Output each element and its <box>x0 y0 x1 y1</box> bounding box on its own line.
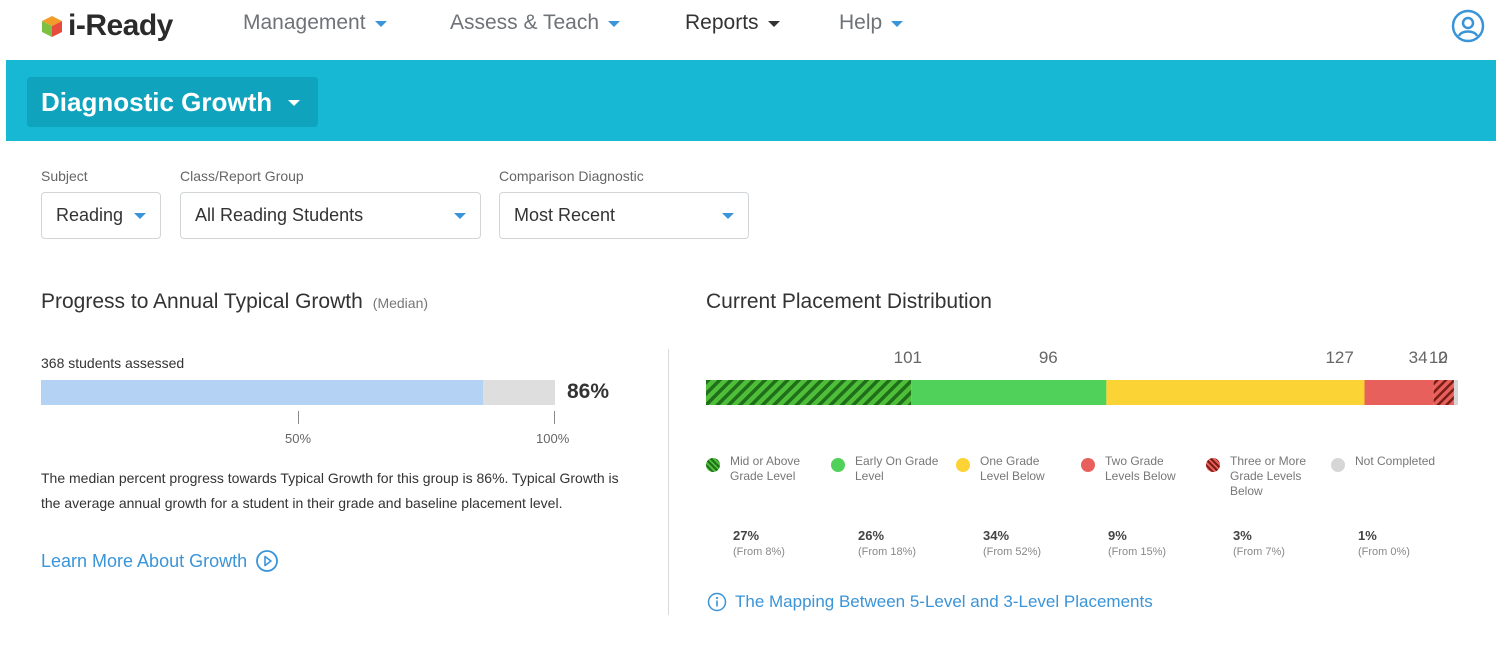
placement-from-percent: (From 18%) <box>858 546 917 558</box>
progress-subtitle: (Median) <box>372 295 429 311</box>
nav-management[interactable]: Management <box>243 11 387 35</box>
segment-count-label: 96 <box>1038 348 1058 367</box>
group-select[interactable]: All Reading Students <box>180 192 481 239</box>
learn-more-link[interactable]: Learn More About Growth <box>41 549 279 573</box>
subject-value: Reading <box>56 205 124 225</box>
placement-percent: 34% <box>983 528 1010 543</box>
mapping-link[interactable]: The Mapping Between 5-Level and 3-Level … <box>707 592 1153 612</box>
placement-from-percent: (From 15%) <box>1108 546 1167 558</box>
legend-item: Not Completed <box>1331 454 1445 472</box>
placement-from-percent: (From 7%) <box>1233 546 1285 558</box>
comparison-select[interactable]: Most Recent <box>499 192 749 239</box>
caret-down-icon <box>608 21 621 27</box>
progress-bar-track <box>41 380 555 405</box>
legend-swatch <box>1331 458 1345 472</box>
placement-segment-4 <box>1433 380 1454 405</box>
i-ready-logo[interactable]: i-Ready <box>40 8 173 44</box>
caret-down-icon <box>891 21 904 27</box>
placement-percent: 1% <box>1358 528 1377 543</box>
placement-segment-3 <box>1364 380 1434 405</box>
placement-percent: 3% <box>1233 528 1252 543</box>
learn-more-label: Learn More About Growth <box>41 550 248 571</box>
brand-name: i-Ready <box>68 9 173 42</box>
progress-tick-label-100: 100% <box>536 431 570 446</box>
caret-down-icon <box>454 213 466 219</box>
placement-percent: 9% <box>1108 528 1127 543</box>
nav-assess-teach-label: Assess & Teach <box>450 11 600 34</box>
placement-from-percent: (From 0%) <box>1358 546 1410 558</box>
nav-management-label: Management <box>243 11 366 34</box>
legend-swatch <box>1081 458 1095 472</box>
play-circle-icon <box>256 550 279 572</box>
subject-label: Subject <box>41 168 88 184</box>
students-assessed: 368 students assessed <box>41 355 185 371</box>
group-label: Class/Report Group <box>180 168 304 184</box>
legend-label: Not Completed <box>1355 454 1436 468</box>
legend-item: Three or More Grade Levels Below <box>1206 454 1320 499</box>
progress-tick-100 <box>554 411 555 424</box>
nav-reports-label: Reports <box>685 11 759 34</box>
caret-down-icon <box>134 213 146 219</box>
placement-from-percent: (From 52%) <box>983 546 1042 558</box>
progress-section-title: Progress to Annual Typical Growth (Median… <box>41 290 428 314</box>
legend-label: Three or More Grade Levels Below <box>1230 454 1307 498</box>
user-circle-icon[interactable] <box>1451 9 1485 43</box>
legend-item: Two Grade Levels Below <box>1081 454 1195 484</box>
legend-item: Early On Grade Level <box>831 454 945 484</box>
segment-count-label: 2 <box>1438 348 1448 367</box>
placement-distribution-bar <box>706 380 1458 405</box>
progress-percent: 86% <box>567 380 610 403</box>
legend-swatch <box>956 458 970 472</box>
nav-reports[interactable]: Reports <box>685 11 780 35</box>
subject-select[interactable]: Reading <box>41 192 161 239</box>
legend-label: Mid or Above Grade Level <box>730 454 801 483</box>
caret-down-icon <box>374 21 387 27</box>
comparison-label: Comparison Diagnostic <box>499 168 644 184</box>
segment-count-label: 127 <box>1325 348 1354 367</box>
nav-assess-teach[interactable]: Assess & Teach <box>450 11 621 35</box>
report-selector-button[interactable]: Diagnostic Growth <box>27 77 318 127</box>
placement-segment-0 <box>706 380 912 405</box>
placement-segment-2 <box>1106 380 1365 405</box>
placement-percent: 26% <box>858 528 885 543</box>
caret-down-icon <box>722 213 734 219</box>
cube-logo-icon <box>42 16 62 37</box>
caret-down-icon <box>288 100 301 106</box>
progress-tick-50 <box>298 411 299 424</box>
report-banner: Diagnostic Growth <box>6 60 1496 141</box>
legend-label: Two Grade Levels Below <box>1105 454 1176 483</box>
caret-down-icon <box>767 21 780 27</box>
group-value: All Reading Students <box>195 205 364 225</box>
section-divider <box>668 349 669 615</box>
legend-item: Mid or Above Grade Level <box>706 454 820 484</box>
placement-segment-1 <box>911 380 1107 405</box>
legend-swatch <box>706 458 720 472</box>
legend-label: Early On Grade Level <box>855 454 939 483</box>
nav-help[interactable]: Help <box>839 11 904 35</box>
legend-item: One Grade Level Below <box>956 454 1070 484</box>
report-title: Diagnostic Growth <box>41 86 273 117</box>
comparison-value: Most Recent <box>514 205 616 225</box>
segment-count-label: 101 <box>893 348 922 367</box>
info-icon <box>707 592 727 612</box>
placement-segment-5 <box>1453 380 1458 405</box>
legend-swatch <box>831 458 845 472</box>
placement-percent: 27% <box>733 528 760 543</box>
segment-count-label: 34 <box>1408 348 1428 367</box>
mapping-link-label: The Mapping Between 5-Level and 3-Level … <box>735 592 1153 611</box>
legend-label: One Grade Level Below <box>980 454 1045 483</box>
nav-help-label: Help <box>839 11 883 34</box>
progress-description: The median percent progress towards Typi… <box>41 470 619 511</box>
progress-title: Progress to Annual Typical Growth <box>41 290 363 313</box>
progress-bar-fill <box>41 380 484 405</box>
progress-tick-label-50: 50% <box>285 431 312 446</box>
top-navigation: i-Ready Management Assess & Teach Report… <box>0 0 1501 60</box>
placement-from-percent: (From 8%) <box>733 546 785 558</box>
placement-title: Current Placement Distribution <box>706 290 992 313</box>
legend-swatch <box>1206 458 1220 472</box>
